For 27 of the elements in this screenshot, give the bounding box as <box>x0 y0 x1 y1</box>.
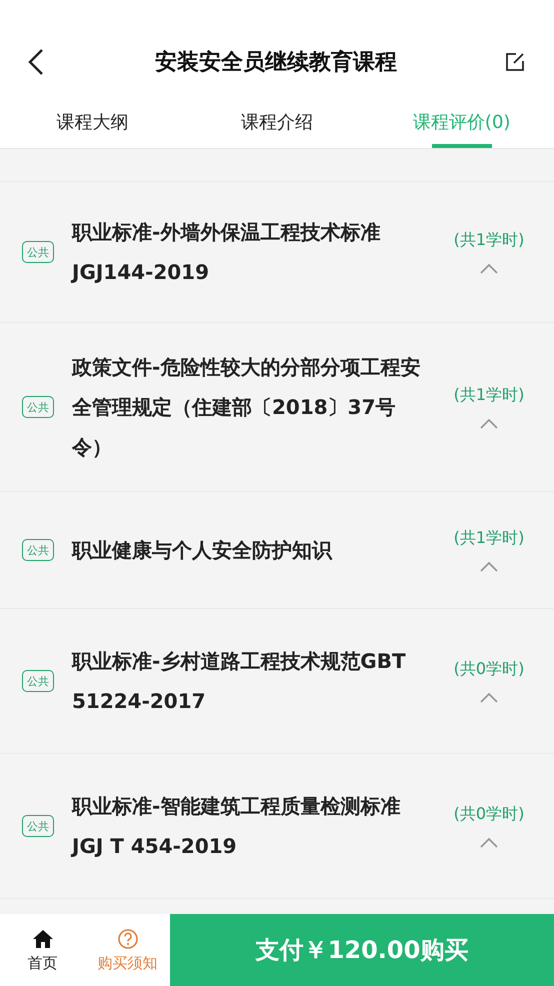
hours-label: (共1学时) <box>454 384 524 406</box>
hours-label: (共1学时) <box>454 528 524 548</box>
edit-icon[interactable] <box>504 51 526 73</box>
chevron-icon[interactable] <box>479 560 499 572</box>
course-title[interactable]: 职业健康与个人安全防护知识 <box>72 530 424 570</box>
chevron-icon[interactable] <box>479 418 499 430</box>
tag-badge: 公共 <box>22 539 54 561</box>
nav-label[interactable]: 首页 <box>28 954 58 972</box>
hours-label: (共1学时) <box>454 230 524 250</box>
page-title: 安装安全员继续教育课程 <box>154 48 398 77</box>
course-title[interactable]: 职业标准-外墙外保温工程技术标准JGJ144-2019 <box>72 212 424 292</box>
tag-badge: 公共 <box>22 241 54 263</box>
tag-badge: 公共 <box>22 815 54 837</box>
course-title[interactable]: 职业标准-乡村道路工程技术规范GBT 51224-2017 <box>72 641 424 721</box>
course-title[interactable]: 政策文件-危险性较大的分部分项工程安全管理规定（住建部〔2018〕37号令） <box>72 347 424 467</box>
tag-badge: 公共 <box>22 670 54 692</box>
chevron-icon[interactable] <box>479 836 499 848</box>
tag-badge: 公共 <box>22 396 54 418</box>
course-title[interactable]: 职业标准-智能建筑工程质量检测标准JGJ T 454-2019 <box>72 786 424 866</box>
tab[interactable]: 课程大纲 <box>56 96 128 148</box>
help-icon <box>116 928 138 950</box>
tab[interactable]: 课程介绍 <box>241 96 313 148</box>
home-icon <box>32 928 54 950</box>
hours-label: (共0学时) <box>454 804 524 824</box>
hours-label: (共0学时) <box>454 658 524 680</box>
chevron-icon[interactable] <box>479 692 499 704</box>
chevron-icon[interactable] <box>479 262 499 274</box>
